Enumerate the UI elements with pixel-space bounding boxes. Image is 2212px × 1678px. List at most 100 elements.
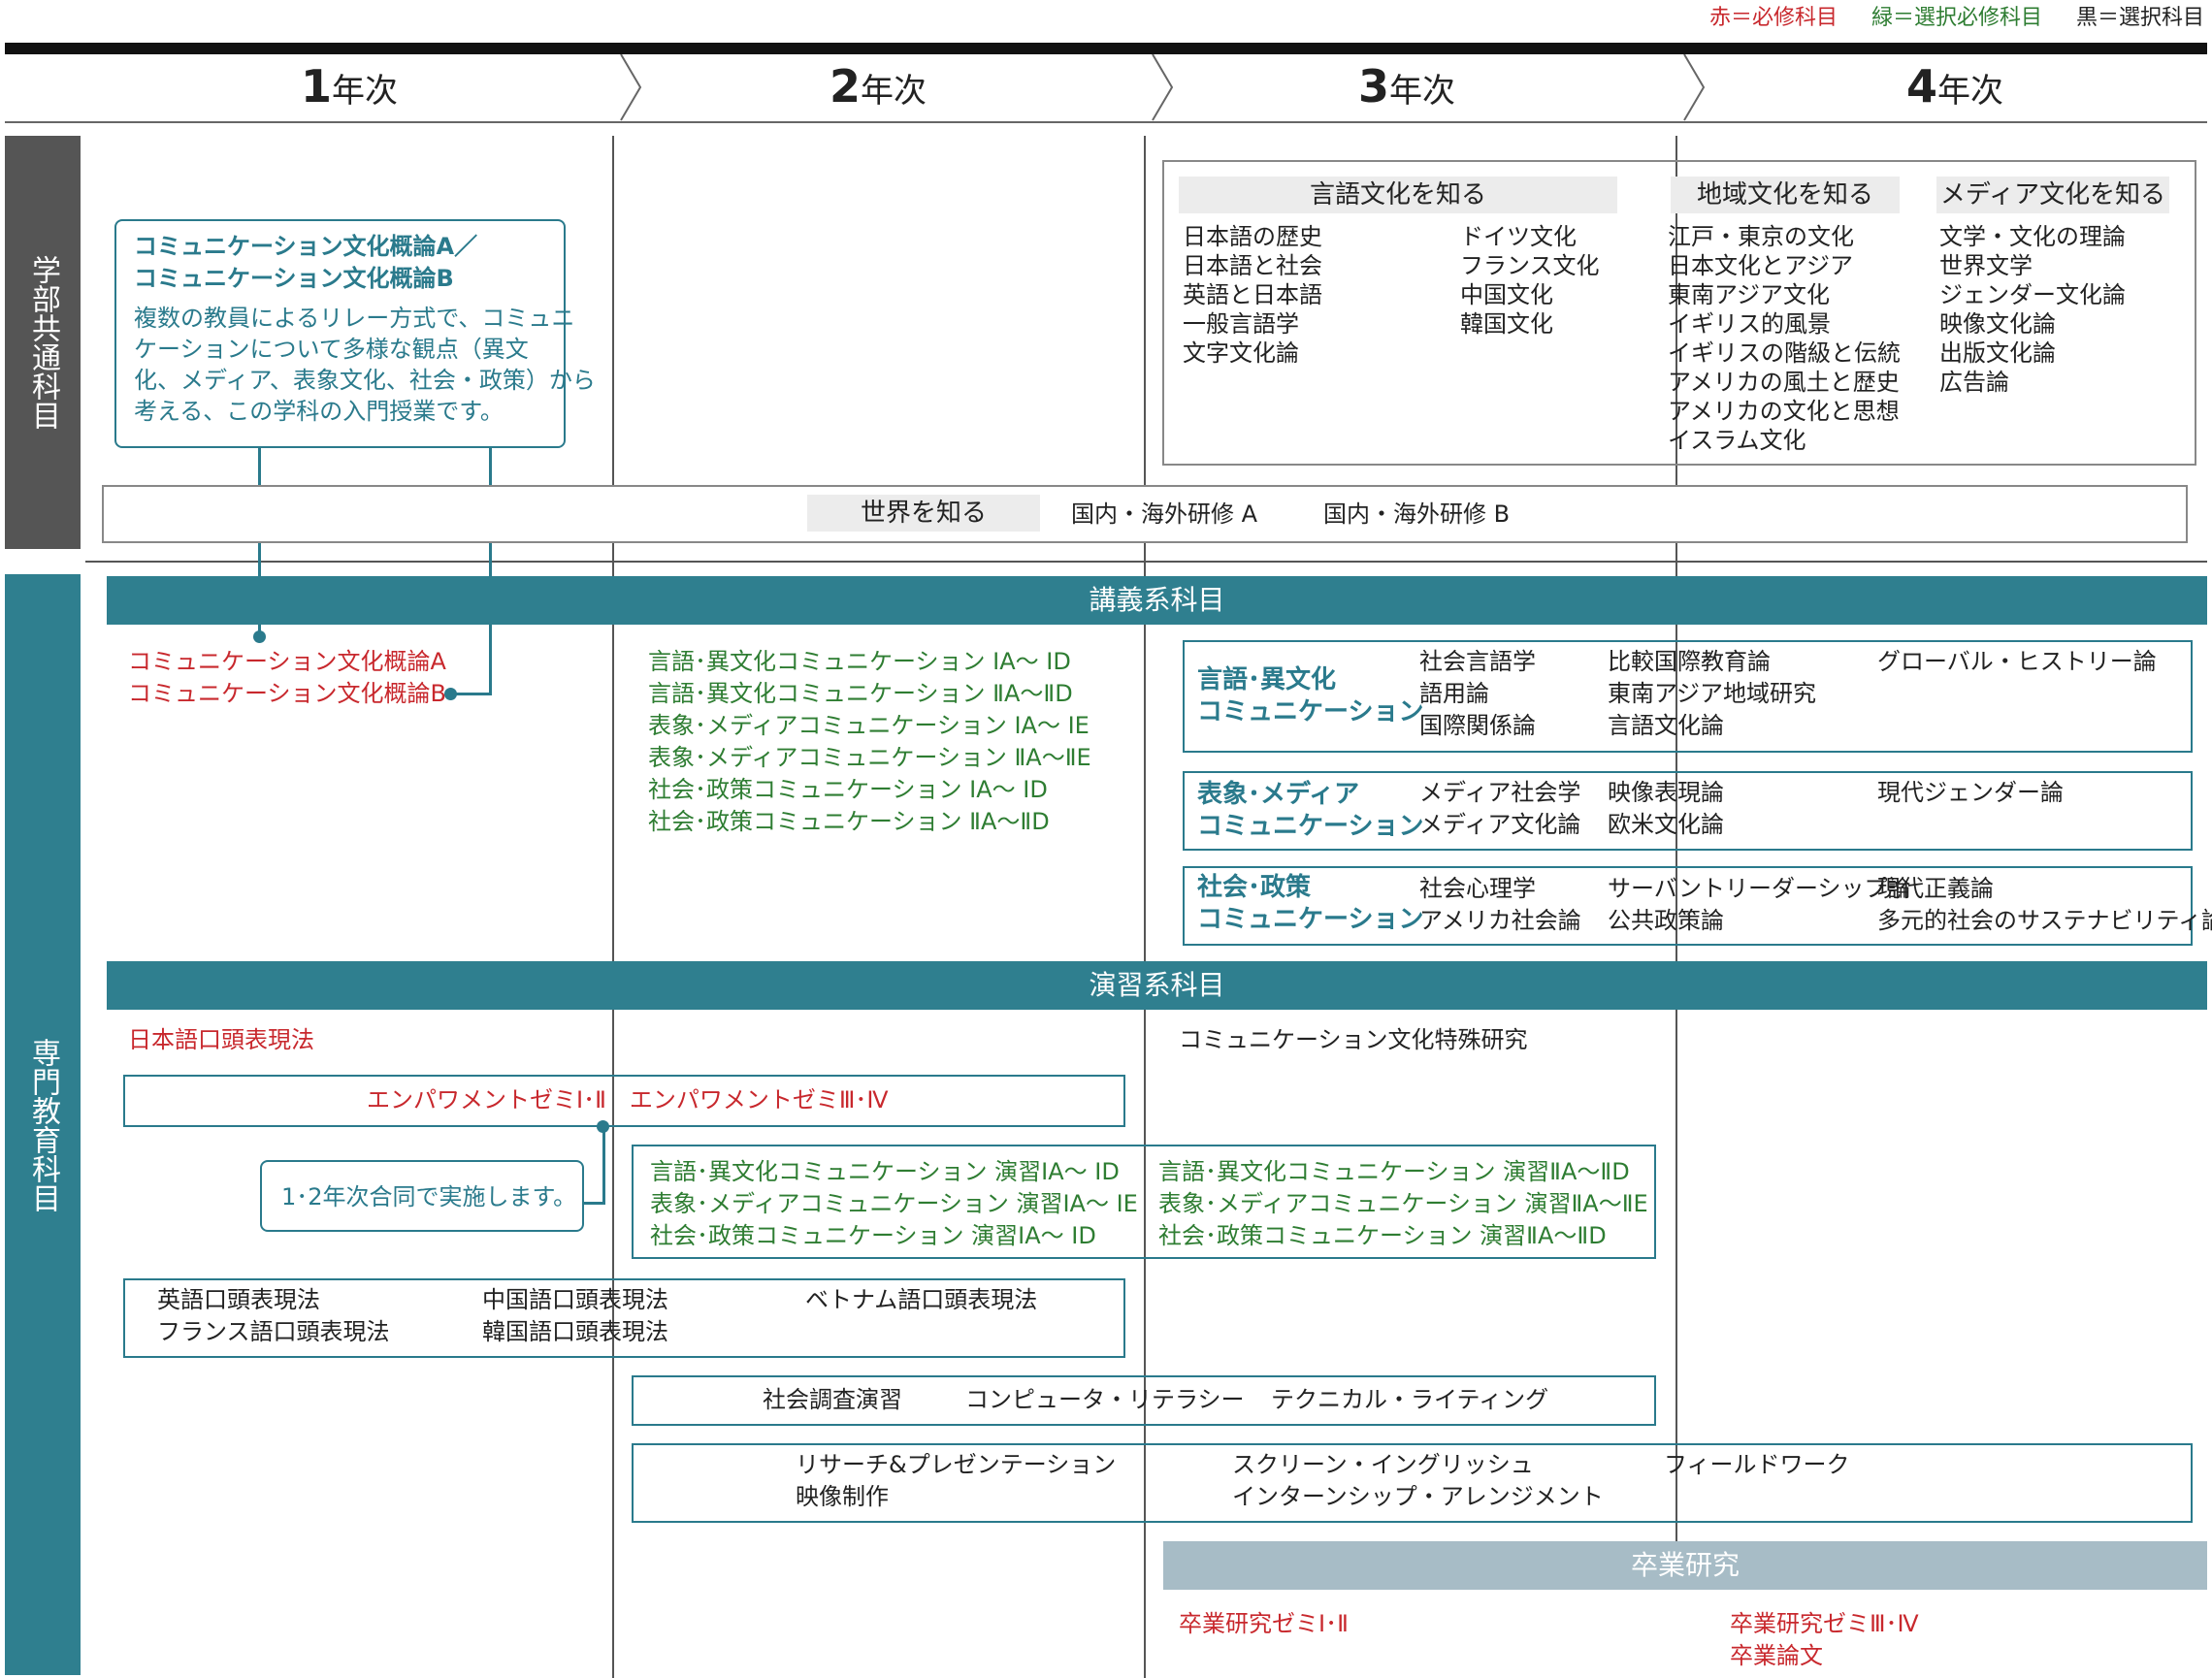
group-lang-c1-2: 国際関係論 (1419, 712, 1536, 739)
graduation-y3: 卒業研究ゼミⅠ･Ⅱ (1179, 1610, 1349, 1637)
know-col3-2: 東南アジア文化 (1668, 281, 1831, 308)
lecture-y2-2: 表象･メディアコミュニケーション ⅠA～ ⅠE (648, 712, 1090, 739)
group-policy-c3-0: 現代正義論 (1877, 875, 1994, 902)
graduation-y4-1: 卒業論文 (1730, 1642, 1823, 1669)
group-lang-c3-0: グローバル・ヒストリー論 (1877, 648, 2157, 675)
lecture-y2-0: 言語･異文化コミュニケーション ⅠA～ ⅠD (648, 648, 1071, 675)
ex1-0: 言語･異文化コミュニケーション 演習ⅠA～ ⅠD (650, 1158, 1120, 1185)
intro-body-4: 考える、この学科の入門授業です。 (134, 398, 504, 425)
group-media-c1-1: メディア文化論 (1419, 811, 1581, 838)
seminar-band: 演習系科目 (107, 961, 2207, 1010)
research-0: リサーチ&プレゼンテーション (796, 1451, 1117, 1478)
lecture-band: 講義系科目 (107, 576, 2207, 625)
know-col2-0: ドイツ文化 (1460, 223, 1577, 250)
legend-black: 黒＝選択科目 (2075, 6, 2204, 30)
year-1: 1年次 (300, 60, 398, 113)
graduation-band: 卒業研究 (1163, 1541, 2207, 1590)
ex2-2: 社会･政策コミュニケーション 演習ⅡA～ⅡD (1158, 1222, 1607, 1249)
intro-title-a: コミュニケーション文化概論A／ (134, 233, 478, 260)
year-4: 4年次 (1905, 60, 2003, 113)
empower-connector-v (602, 1125, 605, 1205)
know-col4-3: 映像文化論 (1939, 310, 2056, 338)
lecture-y1-b: コミュニケーション文化概論B (128, 680, 446, 707)
know-col1-1: 日本語と社会 (1183, 252, 1322, 279)
know-col1-0: 日本語の歴史 (1183, 223, 1322, 250)
group-media-title-1: 表象･メディア (1197, 780, 1360, 809)
ex1-2: 社会･政策コミュニケーション 演習ⅠA～ ⅠD (650, 1222, 1096, 1249)
know-col1-4: 文字文化論 (1183, 339, 1299, 367)
lang-1: フランス語口頭表現法 (157, 1318, 390, 1345)
year-3: 3年次 (1357, 60, 1455, 113)
lecture-y2-3: 表象･メディアコミュニケーション ⅡA～ⅡE (648, 744, 1091, 771)
know-col3-3: イギリス的風景 (1668, 310, 1831, 338)
section-divider (85, 561, 2207, 563)
group-policy-c2-0: サーバントリーダーシップ論 (1608, 875, 1911, 902)
group-media-c3-0: 現代ジェンダー論 (1877, 779, 2064, 806)
ex1-1: 表象･メディアコミュニケーション 演習ⅠA～ ⅠE (650, 1190, 1138, 1217)
lecture-y2-1: 言語･異文化コミュニケーション ⅡA～ⅡD (648, 680, 1073, 707)
intro-title-b: コミュニケーション文化概論B (134, 265, 454, 292)
know-col4-4: 出版文化論 (1939, 339, 2056, 367)
ex2-0: 言語･異文化コミュニケーション 演習ⅡA～ⅡD (1158, 1158, 1630, 1185)
note-text: 1･2年次合同で実施します。 (281, 1183, 577, 1210)
legend-green: 緑＝選択必修科目 (1870, 6, 2042, 30)
know-col2-1: フランス文化 (1460, 252, 1600, 279)
know-col4-2: ジェンダー文化論 (1939, 281, 2126, 308)
empower-connector-h (582, 1202, 605, 1205)
group-media-title-2: コミュニケーション (1197, 812, 1424, 841)
know-col4-1: 世界文学 (1939, 252, 2033, 279)
legend: 赤＝必修科目 緑＝選択必修科目 黒＝選択科目 (1682, 2, 2204, 34)
group-policy-c1-0: 社会心理学 (1419, 875, 1536, 902)
year-2: 2年次 (829, 60, 927, 113)
sidebar-specialized: 専門教育科目 (5, 574, 81, 1675)
header-top-rule (5, 43, 2207, 54)
know-col3-6: アメリカの文化と思想 (1668, 398, 1900, 425)
group-policy-c2-1: 公共政策論 (1608, 907, 1724, 934)
lang-4: ベトナム語口頭表現法 (805, 1286, 1038, 1313)
skills-1: コンピュータ・リテラシー (965, 1386, 1245, 1413)
research-2: スクリーン・イングリッシュ (1232, 1451, 1534, 1478)
lecture-y1-a: コミュニケーション文化概論A (128, 648, 446, 675)
group-policy-c3-1: 多元的社会のサステナビリティ論 (1877, 907, 2212, 934)
lang-2: 中国語口頭表現法 (482, 1286, 668, 1313)
group-lang-c2-0: 比較国際教育論 (1608, 648, 1771, 675)
intro-body-2: ケーションについて多様な観点（異文 (134, 336, 529, 363)
know-media-heading: メディア文化を知る (1936, 177, 2169, 213)
group-lang-c1-1: 語用論 (1419, 680, 1489, 707)
research-1: 映像制作 (796, 1483, 889, 1510)
graduation-y4-0: 卒業研究ゼミⅢ･Ⅳ (1730, 1610, 1919, 1637)
group-media-c2-0: 映像表現論 (1608, 779, 1724, 806)
ex2-1: 表象･メディアコミュニケーション 演習ⅡA～ⅡE (1158, 1190, 1648, 1217)
know-col3-1: 日本文化とアジア (1668, 252, 1854, 279)
know-col4-5: 広告論 (1939, 369, 2009, 396)
research-3: インターンシップ・アレンジメント (1232, 1483, 1604, 1510)
know-col4-0: 文学・文化の理論 (1939, 223, 2126, 250)
connector-a-dot (253, 630, 266, 643)
seminar-nihongo: 日本語口頭表現法 (128, 1026, 314, 1053)
group-lang-title-1: 言語･異文化 (1197, 665, 1337, 694)
world-heading: 世界を知る (807, 495, 1040, 532)
group-media-c2-1: 欧米文化論 (1608, 811, 1724, 838)
know-col2-2: 中国文化 (1460, 281, 1553, 308)
know-col3-0: 江戸・東京の文化 (1668, 223, 1854, 250)
know-col2-3: 韓国文化 (1460, 310, 1553, 338)
lecture-y2-5: 社会･政策コミュニケーション ⅡA～ⅡD (648, 808, 1050, 835)
know-col1-2: 英語と日本語 (1183, 281, 1322, 308)
legend-red: 赤＝必修科目 (1708, 6, 1838, 30)
know-col3-7: イスラム文化 (1668, 427, 1806, 454)
empower-connector-dot (597, 1120, 609, 1133)
seminar-special: コミュニケーション文化特殊研究 (1179, 1026, 1528, 1053)
intro-body-1: 複数の教員によるリレー方式で、コミュニ (134, 305, 575, 332)
empower-label: エンパワメントゼミⅠ･Ⅱ エンパワメントゼミⅢ･Ⅳ (367, 1086, 889, 1113)
sidebar-common: 学部共通科目 (5, 136, 81, 549)
group-media-c1-0: メディア社会学 (1419, 779, 1581, 806)
col-divider-1 (612, 136, 614, 1678)
group-lang-title-2: コミュニケーション (1197, 697, 1424, 726)
lecture-y2-4: 社会･政策コミュニケーション ⅠA～ ⅠD (648, 776, 1048, 803)
group-policy-c1-1: アメリカ社会論 (1419, 907, 1581, 934)
group-lang-c1-0: 社会言語学 (1419, 648, 1536, 675)
lang-0: 英語口頭表現法 (157, 1286, 320, 1313)
intro-body-3: 化、メディア、表象文化、社会・政策）から (134, 367, 596, 394)
know-region-heading: 地域文化を知る (1671, 177, 1900, 213)
world-b: 国内・海外研修 B (1323, 500, 1511, 528)
